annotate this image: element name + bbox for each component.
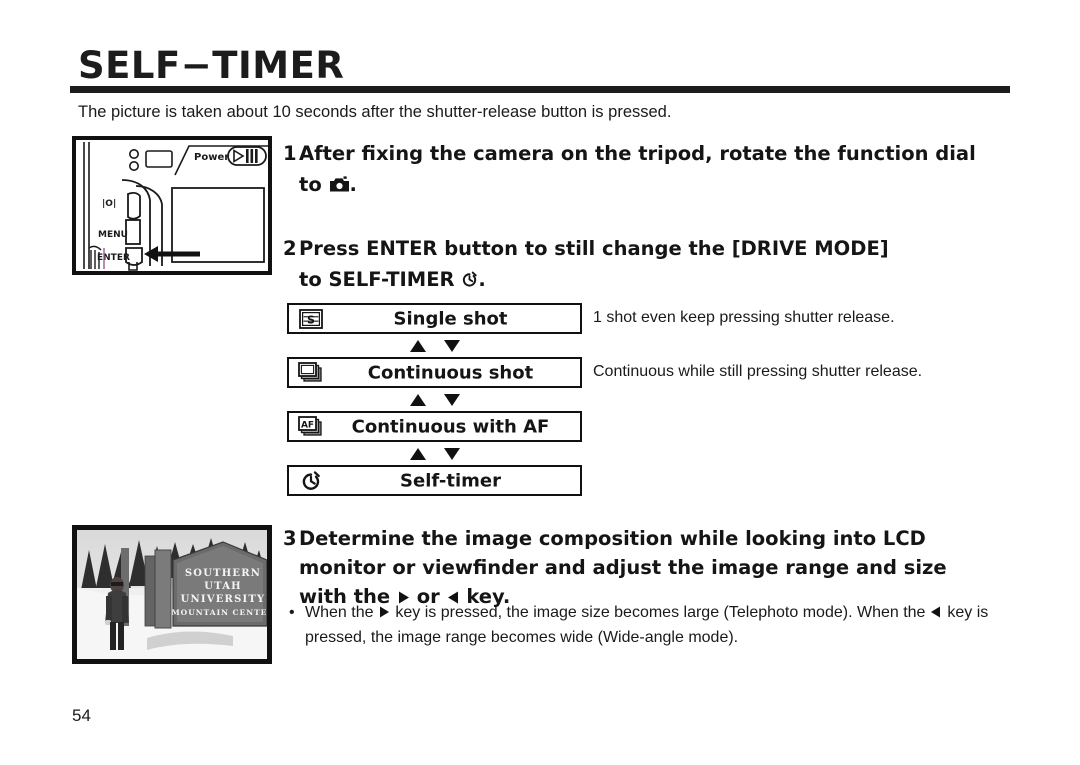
drive-mode-continuous-shot[interactable]: Continuous shot bbox=[287, 357, 582, 388]
step-1-line2-prefix: to bbox=[299, 173, 322, 196]
drive-mode-single-shot[interactable]: S Single shot bbox=[287, 303, 582, 334]
step-2: 2 Press ENTER button to still change the … bbox=[283, 233, 889, 295]
step-2-line2-suffix: . bbox=[478, 268, 486, 291]
down-triangle-icon bbox=[443, 447, 461, 461]
right-triangle-icon bbox=[378, 602, 391, 618]
menu-button-label: MENU bbox=[98, 230, 128, 240]
drive-mode-self-timer[interactable]: Self-timer bbox=[287, 465, 582, 496]
step-1-line-2: to . bbox=[283, 169, 976, 200]
mode-separator-arrows-1 bbox=[287, 334, 582, 357]
note-part-2: key is pressed, the image size becomes l… bbox=[395, 604, 799, 621]
camera-back-diagram: Power |O| MENU ENTER bbox=[72, 136, 272, 275]
down-triangle-icon bbox=[443, 393, 461, 407]
step-1: 1 After fixing the camera on the tripod, … bbox=[283, 138, 976, 200]
step-2-line-2: to SELF-TIMER . bbox=[283, 264, 889, 295]
drive-mode-label: Self-timer bbox=[400, 470, 501, 491]
drive-mode-continuous-with-af[interactable]: AF Continuous with AF bbox=[287, 411, 582, 442]
page-number: 54 bbox=[72, 706, 91, 725]
up-triangle-icon bbox=[409, 393, 427, 407]
right-triangle-icon bbox=[397, 584, 410, 604]
page-title: SELF−TIMER bbox=[78, 44, 345, 87]
up-triangle-icon bbox=[409, 447, 427, 461]
note-part-5: (Wide-angle mode). bbox=[597, 629, 739, 646]
step-2-line2-prefix: to SELF-TIMER bbox=[299, 268, 455, 291]
step-3-line-1: 3 Determine the image composition while l… bbox=[283, 524, 947, 553]
note-body: When the key is pressed, the image size … bbox=[289, 600, 989, 650]
step-1-number: 1 bbox=[283, 142, 297, 165]
drive-mode-label: Single shot bbox=[393, 308, 508, 329]
enter-button-label: ENTER bbox=[97, 253, 130, 263]
step-1-line-1: 1 After fixing the camera on the tripod, … bbox=[283, 138, 976, 169]
drive-mode-label: Continuous shot bbox=[367, 362, 534, 383]
mode-separator-arrows-2 bbox=[287, 388, 582, 411]
step-3-number: 3 bbox=[283, 527, 297, 550]
title-underline-rule bbox=[70, 86, 1010, 93]
step-3-text-1: Determine the image composition while lo… bbox=[299, 527, 926, 550]
manual-page: SELF−TIMER The picture is taken about 10… bbox=[0, 0, 1080, 765]
sign-line-4: MOUNTAIN CENTER bbox=[171, 608, 267, 617]
step-3-text-2: monitor or viewfinder and adjust the ima… bbox=[299, 556, 947, 579]
sign-line-2: UTAH bbox=[204, 581, 242, 592]
display-button-label: |O| bbox=[102, 199, 116, 209]
step-3-line-2: monitor or viewfinder and adjust the ima… bbox=[283, 553, 947, 582]
left-triangle-icon bbox=[930, 602, 943, 618]
drive-mode-list: S Single shot Continuous shot AF Continu… bbox=[287, 303, 582, 496]
note-part-3: mode). When the bbox=[802, 604, 926, 621]
note-bullet: • bbox=[289, 604, 295, 621]
drive-mode-label: Continuous with AF bbox=[351, 416, 550, 437]
step-3: 3 Determine the image composition while l… bbox=[283, 524, 947, 611]
self-timer-icon bbox=[461, 266, 478, 287]
drive-mode-description-single: 1 shot even keep pressing shutter releas… bbox=[593, 309, 895, 326]
sign-line-3: UNIVERSITY bbox=[181, 594, 266, 605]
step-1-text: After fixing the camera on the tripod, r… bbox=[299, 142, 976, 165]
mode-separator-arrows-3 bbox=[287, 442, 582, 465]
left-triangle-icon bbox=[447, 584, 460, 604]
step-2-text: Press ENTER button to still change the [… bbox=[299, 237, 889, 260]
down-triangle-icon bbox=[443, 339, 461, 353]
sign-line-1: SOUTHERN bbox=[185, 568, 261, 579]
step-2-line-1: 2 Press ENTER button to still change the … bbox=[283, 233, 889, 264]
up-triangle-icon bbox=[409, 339, 427, 353]
step-2-number: 2 bbox=[283, 237, 297, 260]
step-1-line2-suffix: . bbox=[349, 173, 357, 196]
power-label: Power bbox=[194, 152, 229, 163]
telephoto-wide-note: • When the key is pressed, the image siz… bbox=[289, 600, 989, 650]
sample-photo: SOUTHERN UTAH UNIVERSITY MOUNTAIN CENTER bbox=[72, 525, 272, 664]
camera-icon bbox=[329, 171, 350, 192]
note-part-1: When the bbox=[305, 604, 374, 621]
intro-text: The picture is taken about 10 seconds af… bbox=[78, 103, 672, 121]
drive-mode-description-continuous: Continuous while still pressing shutter … bbox=[593, 363, 923, 380]
